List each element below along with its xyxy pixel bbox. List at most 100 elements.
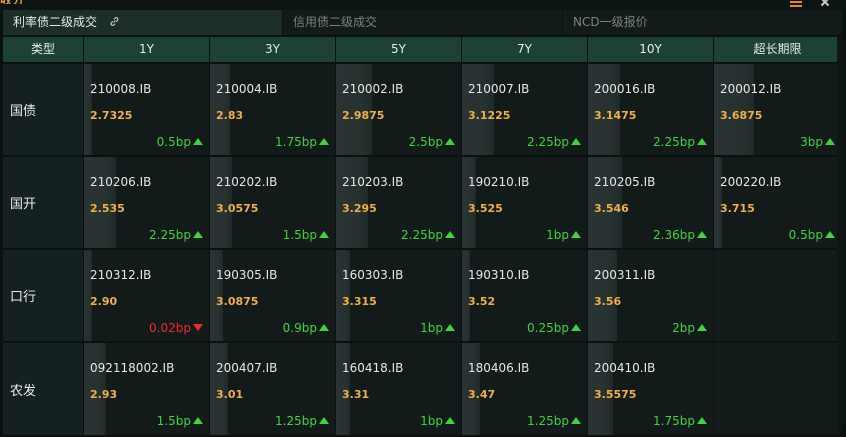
yield-change: 1.25bp: [275, 414, 329, 428]
arrow-up-icon: [445, 231, 455, 238]
bond-cell[interactable]: 190210.IB 3.525 1bp: [462, 157, 587, 248]
tab-ncd-quotes[interactable]: NCD一级报价: [563, 10, 843, 35]
bond-cell[interactable]: 210007.IB 3.1225 2.25bp: [462, 64, 587, 155]
yield-change-value: 0.25bp: [527, 321, 569, 335]
arrow-up-icon: [193, 138, 203, 145]
bond-cell[interactable]: 210206.IB 2.535 2.25bp: [84, 157, 209, 248]
yield-change: 2.25bp: [653, 135, 707, 149]
bond-cell[interactable]: 210203.IB 3.295 2.25bp: [336, 157, 461, 248]
yield-change: 2.25bp: [149, 228, 203, 242]
yield-change-value: 1.25bp: [527, 414, 569, 428]
yield-change: 1.5bp: [283, 228, 329, 242]
yield-change-value: 1bp: [420, 414, 443, 428]
bond-cell[interactable]: 160418.IB 3.31 1bp: [336, 343, 461, 435]
yield-change-value: 0.5bp: [156, 135, 191, 149]
yield-change-value: 2.36bp: [653, 228, 695, 242]
yield-change-value: 2.25bp: [149, 228, 191, 242]
bond-code: 200407.IB: [216, 361, 278, 375]
bond-yield: 3.525: [468, 202, 503, 215]
row-label: 口行: [3, 250, 83, 341]
bond-code: 092118002.IB: [90, 361, 175, 375]
yield-change-value: 1.75bp: [275, 135, 317, 149]
row-label: 国债: [3, 64, 83, 155]
arrow-up-icon: [571, 324, 581, 331]
row-label: 农发: [3, 343, 83, 435]
bond-cell[interactable]: 190310.IB 3.52 0.25bp: [462, 250, 587, 341]
yield-change-value: 2.25bp: [401, 228, 443, 242]
column-header: 1Y: [84, 37, 209, 62]
bond-cell[interactable]: 200016.IB 3.1475 2.25bp: [588, 64, 713, 155]
arrow-up-icon: [697, 138, 707, 145]
bond-cell[interactable]: 200012.IB 3.6875 3bp: [714, 64, 841, 155]
column-header: 5Y: [336, 37, 461, 62]
bond-yield: 2.83: [216, 109, 244, 122]
arrow-up-icon: [825, 231, 835, 238]
yield-change: 2.5bp: [409, 135, 455, 149]
yield-change-value: 1.75bp: [653, 414, 695, 428]
arrow-up-icon: [193, 231, 203, 238]
yield-change-value: 1.5bp: [282, 228, 317, 242]
column-header: 类型: [3, 37, 83, 62]
bond-yield: 2.90: [90, 295, 118, 308]
bond-yield: 3.1475: [594, 109, 637, 122]
bond-code: 200311.IB: [594, 268, 656, 282]
bond-yield: 3.715: [720, 202, 755, 215]
link-icon[interactable]: [109, 16, 120, 27]
yield-change: 1.25bp: [527, 414, 581, 428]
empty-cell: [714, 343, 841, 435]
bond-cell[interactable]: 092118002.IB 2.93 1.5bp: [84, 343, 209, 435]
bond-code: 190305.IB: [216, 268, 278, 282]
yield-change-value: 2.5bp: [408, 135, 443, 149]
arrow-up-icon: [825, 138, 835, 145]
yield-change: 0.9bp: [283, 321, 329, 335]
bond-cell[interactable]: 200410.IB 3.5575 1.75bp: [588, 343, 713, 435]
yield-change-value: 0.02bp: [149, 321, 191, 335]
close-icon[interactable]: [818, 0, 832, 8]
yield-change: 0.25bp: [527, 321, 581, 335]
bond-cell[interactable]: 200311.IB 3.56 2bp: [588, 250, 713, 341]
bond-cell[interactable]: 210202.IB 3.0575 1.5bp: [210, 157, 335, 248]
yield-change: 1.75bp: [275, 135, 329, 149]
bond-cell[interactable]: 210002.IB 2.9875 2.5bp: [336, 64, 461, 155]
bond-cell[interactable]: 190305.IB 3.0875 0.9bp: [210, 250, 335, 341]
arrow-up-icon: [445, 417, 455, 424]
column-header: 3Y: [210, 37, 335, 62]
yield-change-value: 0.5bp: [788, 228, 823, 242]
yield-change-value: 1bp: [420, 321, 443, 335]
bond-cell[interactable]: 200407.IB 3.01 1.25bp: [210, 343, 335, 435]
bond-yield: 3.31: [342, 388, 370, 401]
yield-change: 0.02bp: [149, 321, 203, 335]
row-label: 国开: [3, 157, 83, 248]
bond-yield: 3.295: [342, 202, 377, 215]
yield-change-value: 2.25bp: [527, 135, 569, 149]
yield-change-value: 0.9bp: [282, 321, 317, 335]
yield-change: 2bp: [672, 321, 707, 335]
bond-yield: 3.6875: [720, 109, 763, 122]
bond-yield: 2.7325: [90, 109, 133, 122]
tab-rate-bond-trades[interactable]: 利率债二级成交: [3, 10, 283, 35]
scrollbar[interactable]: [837, 37, 843, 431]
arrow-up-icon: [445, 138, 455, 145]
bond-yield: 3.315: [342, 295, 377, 308]
bond-code: 210205.IB: [594, 175, 656, 189]
bond-cell[interactable]: 210008.IB 2.7325 0.5bp: [84, 64, 209, 155]
bond-code: 160303.IB: [342, 268, 404, 282]
bond-yield: 3.1225: [468, 109, 511, 122]
bond-cell[interactable]: 180406.IB 3.47 1.25bp: [462, 343, 587, 435]
bond-cell[interactable]: 200220.IB 3.715 0.5bp: [714, 157, 841, 248]
bond-code: 210007.IB: [468, 82, 530, 96]
menu-icon[interactable]: [790, 1, 802, 7]
bond-cell[interactable]: 210004.IB 2.83 1.75bp: [210, 64, 335, 155]
bond-yield: 3.52: [468, 295, 496, 308]
column-header: 10Y: [588, 37, 713, 62]
bond-code: 210008.IB: [90, 82, 152, 96]
bond-cell[interactable]: 210205.IB 3.546 2.36bp: [588, 157, 713, 248]
bond-cell[interactable]: 160303.IB 3.315 1bp: [336, 250, 461, 341]
bond-code: 190310.IB: [468, 268, 530, 282]
yield-change: 2.25bp: [527, 135, 581, 149]
bond-code: 200016.IB: [594, 82, 656, 96]
bond-cell[interactable]: 210312.IB 2.90 0.02bp: [84, 250, 209, 341]
yield-change-value: 2bp: [672, 321, 695, 335]
tab-credit-bond-trades[interactable]: 信用债二级成交: [283, 10, 563, 35]
arrow-up-icon: [193, 417, 203, 424]
